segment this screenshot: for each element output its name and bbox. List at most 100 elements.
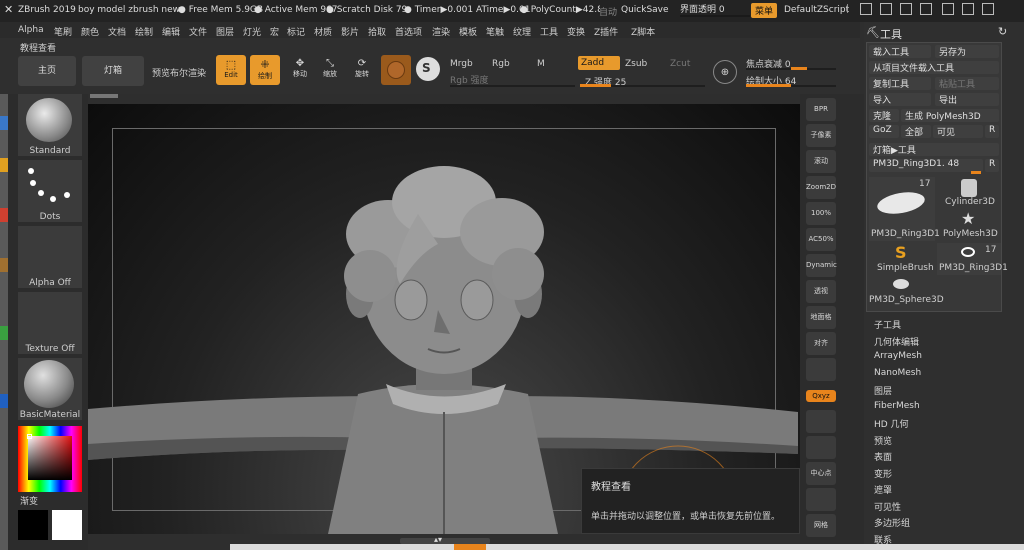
export-button[interactable]: 导出 <box>935 93 999 106</box>
color-picker[interactable] <box>18 426 82 492</box>
menu-item[interactable]: 首选项 <box>395 25 422 38</box>
load-project-button[interactable]: 从项目文件载入工具 <box>869 61 999 74</box>
load-tool-button[interactable]: 载入工具 <box>869 45 931 58</box>
menu-item[interactable]: 绘制 <box>135 25 153 38</box>
subpalette-item[interactable]: 表面 <box>874 450 892 463</box>
current-tool-slider[interactable]: PM3D_Ring3D1. 48 <box>869 159 983 172</box>
quicksave-button[interactable]: QuickSave <box>621 5 669 15</box>
preview-bool-button[interactable]: 预览布尔渲染 <box>152 66 206 79</box>
view-tool-button[interactable]: Dynamic <box>806 254 837 277</box>
material-tile[interactable]: BasicMaterial <box>18 358 82 420</box>
move-button[interactable]: ✥ 移动 <box>286 58 314 84</box>
menu-item[interactable]: 渲染 <box>432 25 450 38</box>
edit-button[interactable]: ⬚ Edit <box>216 55 246 85</box>
color-square[interactable] <box>28 436 72 480</box>
view-tool-button[interactable]: 中心点 <box>806 462 836 485</box>
menu-button[interactable]: 菜单 <box>751 3 778 18</box>
home-button[interactable]: 主页 <box>18 56 76 86</box>
texture-tile[interactable]: Texture Off <box>18 292 82 354</box>
zcut-button[interactable]: Zcut <box>670 59 690 69</box>
primary-color-swatch[interactable] <box>18 510 48 540</box>
brush-standard-tile[interactable]: Standard <box>18 94 82 156</box>
menu-item[interactable]: Alpha <box>18 25 44 35</box>
goz-button[interactable]: GoZ <box>869 125 899 138</box>
tool-thumb[interactable]: S SimpleBrush <box>869 243 935 275</box>
scroll-handle[interactable] <box>90 94 118 98</box>
menu-item[interactable]: 纹理 <box>513 25 531 38</box>
clone-button[interactable]: 克隆 <box>869 109 899 122</box>
copy-tool-button[interactable]: 复制工具 <box>869 77 931 90</box>
tool-thumb[interactable]: Cylinder3D <box>937 177 1001 207</box>
menu-item[interactable]: 编辑 <box>162 25 180 38</box>
r-button[interactable]: R <box>985 125 999 138</box>
view-tool-button[interactable]: 网格 <box>806 514 836 537</box>
view-tool-button[interactable]: 100% <box>806 202 836 225</box>
menu-item[interactable]: 变换 <box>567 25 585 38</box>
tool-thumb[interactable]: 17 PM3D_Ring3D1 <box>937 243 1008 275</box>
secondary-color-swatch[interactable] <box>52 510 82 540</box>
layout-icon[interactable] <box>900 3 912 15</box>
menu-item[interactable]: 图层 <box>216 25 234 38</box>
color-cursor[interactable] <box>27 434 32 439</box>
view-tool-button[interactable]: Qxyz <box>806 390 836 402</box>
menu-item[interactable]: 笔刷 <box>54 25 72 38</box>
material-swatch-button[interactable] <box>381 55 411 85</box>
stroke-dots-tile[interactable]: Dots <box>18 160 82 222</box>
subpalette-item[interactable]: 预览 <box>874 434 892 447</box>
save-as-button[interactable]: 另存为 <box>935 45 999 58</box>
mrgb-button[interactable]: Mrgb <box>450 59 473 69</box>
pin-icon[interactable]: ⛏ <box>866 26 880 39</box>
tool-thumb[interactable]: 17 PM3D_Ring3D1 <box>869 177 940 241</box>
make-polymesh-button[interactable]: 生成 PolyMesh3D <box>901 109 999 122</box>
crosshair-icon[interactable]: ⊕ <box>713 60 737 84</box>
layout-icon[interactable] <box>860 3 872 15</box>
menu-item[interactable]: 宏 <box>270 25 279 38</box>
zsub-button[interactable]: Zsub <box>625 59 647 69</box>
subpalette-item[interactable]: 子工具 <box>874 318 901 331</box>
subpalette-item[interactable]: 多边形组 <box>874 516 910 529</box>
subpalette-item[interactable]: FiberMesh <box>874 401 920 411</box>
menu-item[interactable]: 标记 <box>287 25 305 38</box>
view-tool-button[interactable] <box>806 358 836 381</box>
paste-tool-button[interactable]: 粘贴工具 <box>935 77 999 90</box>
menu-item[interactable]: Z插件 <box>594 25 618 38</box>
subpalette-item[interactable]: 几何体编辑 <box>874 335 919 348</box>
view-tool-button[interactable]: 滚动 <box>806 150 836 173</box>
expand-arrow-icon[interactable]: ▴▾ <box>434 535 442 544</box>
canvas-area[interactable]: ▴▾ 教程查看 单击并拖动以调整位置，或单击恢复先前位置。 <box>88 94 800 550</box>
menu-item[interactable]: 文档 <box>108 25 126 38</box>
subpalette-item[interactable]: ArrayMesh <box>874 351 922 361</box>
m-button[interactable]: M <box>537 59 545 69</box>
scale-button[interactable]: ⤡ 缩放 <box>316 58 344 84</box>
view-tool-button[interactable]: 透视 <box>806 280 836 303</box>
view-tool-button[interactable]: Zoom2D <box>806 176 836 199</box>
r-button[interactable]: R <box>985 159 999 172</box>
import-button[interactable]: 导入 <box>869 93 931 106</box>
menu-item[interactable]: 拾取 <box>368 25 386 38</box>
visible-button[interactable]: 可见 <box>933 125 983 138</box>
refresh-icon[interactable]: ↻ <box>998 25 1007 38</box>
menu-item[interactable]: 模板 <box>459 25 477 38</box>
view-tool-button[interactable] <box>806 410 836 433</box>
menu-item[interactable]: 影片 <box>341 25 359 38</box>
interface-transparency[interactable]: 界面透明 0 <box>680 2 750 15</box>
gyro-icon[interactable]: S <box>416 57 440 81</box>
subpalette-item[interactable]: NanoMesh <box>874 368 921 378</box>
alpha-tile[interactable]: Alpha Off <box>18 226 82 288</box>
view-tool-button[interactable]: 地面格 <box>806 306 836 329</box>
view-tool-button[interactable] <box>806 436 836 459</box>
draw-button[interactable]: ⁜ 绘制 <box>250 55 280 85</box>
lightbox-button[interactable]: 灯箱 <box>82 56 144 86</box>
default-zscript[interactable]: DefaultZScript <box>784 5 849 15</box>
all-button[interactable]: 全部 <box>901 125 931 138</box>
menu-item[interactable]: 材质 <box>314 25 332 38</box>
tool-thumb[interactable]: PM3D_Sphere3D <box>869 277 944 309</box>
view-tool-button[interactable]: AC50% <box>806 228 836 251</box>
menu-item[interactable]: 笔触 <box>486 25 504 38</box>
menu-item[interactable]: 灯光 <box>243 25 261 38</box>
view-tool-button[interactable]: 子像素 <box>806 124 836 147</box>
zadd-button[interactable]: Zadd <box>578 56 620 70</box>
menu-item[interactable]: 文件 <box>189 25 207 38</box>
menu-item[interactable]: 工具 <box>540 25 558 38</box>
subpalette-item[interactable]: 可见性 <box>874 500 901 513</box>
